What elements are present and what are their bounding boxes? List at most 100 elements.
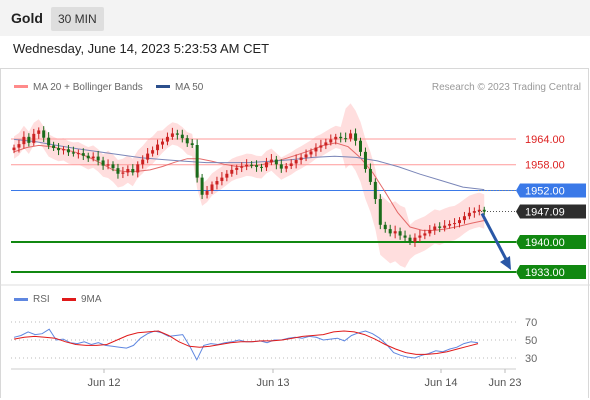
- candle-body: [269, 159, 273, 163]
- x-tick-label: Jun 13: [256, 377, 289, 389]
- candle-body: [71, 152, 75, 154]
- candle-body: [27, 136, 31, 143]
- x-tick-label: Jun 14: [424, 377, 457, 389]
- candle-body: [423, 233, 427, 236]
- rsi-tick-70: 70: [525, 317, 537, 329]
- candle-body: [359, 140, 362, 152]
- bollinger-band: [14, 103, 485, 268]
- rsi-line: [13, 328, 479, 361]
- ma50-legend-label: MA 50: [175, 82, 204, 93]
- candle-body: [240, 166, 244, 168]
- candle-body: [190, 143, 194, 146]
- candle-body: [76, 153, 80, 155]
- candle-body: [136, 164, 140, 173]
- candle-body: [220, 177, 224, 182]
- rsi-tick-50: 50: [525, 335, 537, 347]
- candle-body: [294, 160, 298, 164]
- candle-body: [274, 159, 278, 165]
- candle-body: [398, 231, 402, 236]
- rsi-ma-legend-label: 9MA: [81, 294, 102, 305]
- candle-body: [180, 134, 184, 139]
- rsi-legend-label: RSI: [33, 294, 50, 305]
- candle-body: [230, 169, 234, 174]
- level-label-1958.00: 1958.00: [525, 160, 565, 172]
- candle-body: [245, 164, 249, 167]
- candle-body: [314, 147, 318, 152]
- candle-body: [47, 137, 51, 146]
- rsi-ma-line: [13, 330, 479, 355]
- candle-body: [438, 226, 442, 228]
- candle-body: [57, 148, 61, 151]
- candle-body: [388, 229, 392, 234]
- candle-body: [126, 169, 130, 173]
- candle-body: [81, 153, 85, 156]
- candle-body: [393, 231, 397, 234]
- level-label-1952.00: 1952.00: [525, 185, 565, 197]
- ma20-legend-swatch: [14, 85, 28, 88]
- candle-body: [175, 133, 179, 135]
- candle-body: [195, 145, 199, 178]
- candle-body: [477, 209, 481, 212]
- x-tick-label: Jun 12: [87, 377, 120, 389]
- candle-body: [185, 138, 189, 144]
- copyright-text: Research © 2023 Trading Central: [432, 82, 581, 93]
- candle-body: [373, 181, 377, 200]
- candle-body: [467, 212, 471, 217]
- candle-body: [170, 133, 174, 137]
- candle-body: [428, 229, 432, 234]
- candle-body: [408, 237, 412, 242]
- candle: [195, 139, 199, 183]
- candle-body: [101, 160, 105, 166]
- candle-body: [86, 155, 90, 159]
- candle-body: [116, 168, 120, 174]
- forecast-arrow-shaft: [480, 212, 510, 264]
- candle-body: [52, 145, 56, 149]
- rsi-tick-30: 30: [525, 353, 537, 365]
- ma50-legend-swatch: [156, 85, 170, 88]
- level-label-1933.00: 1933.00: [525, 267, 565, 279]
- ma20-legend-label: MA 20 + Bollinger Bands: [33, 82, 143, 93]
- candle-body: [289, 163, 293, 167]
- candle-body: [146, 153, 150, 160]
- candle-body: [324, 142, 328, 146]
- candle-body: [403, 235, 407, 238]
- candle-body: [349, 133, 353, 139]
- candle-body: [458, 220, 461, 224]
- candle-body: [106, 164, 110, 166]
- candle-body: [309, 151, 313, 155]
- candle-body: [96, 156, 100, 161]
- candle-body: [32, 133, 36, 143]
- candle-body: [225, 173, 229, 178]
- candle-body: [319, 145, 323, 148]
- candle-body: [299, 157, 303, 161]
- rsi-legend-swatch: [14, 298, 28, 301]
- candle-body: [17, 144, 21, 148]
- candle-body: [235, 167, 239, 170]
- candle-body: [111, 164, 115, 169]
- candle-body: [363, 151, 367, 170]
- candle-body: [472, 211, 476, 213]
- candle-body: [250, 164, 254, 166]
- candle-body: [482, 209, 486, 212]
- candle-body: [284, 166, 288, 169]
- candle-body: [12, 147, 16, 151]
- rsi-ma-legend-swatch: [62, 298, 76, 301]
- candle-body: [255, 165, 259, 167]
- last-price-label: 1947.09: [525, 207, 565, 219]
- candle-body: [37, 130, 41, 134]
- candle-body: [210, 184, 214, 191]
- candle-body: [165, 136, 169, 142]
- candle-body: [383, 224, 387, 230]
- candle-body: [418, 235, 422, 238]
- candle-body: [200, 177, 204, 195]
- candle-body: [368, 169, 372, 182]
- candle-body: [156, 144, 160, 151]
- price-chart: MA 20 + Bollinger Bands MA 50 Research ©…: [0, 82, 590, 389]
- candle-body: [443, 225, 447, 228]
- candle-body: [462, 216, 466, 221]
- candle-body: [91, 156, 95, 159]
- candle-body: [433, 226, 437, 230]
- candle-body: [334, 136, 338, 140]
- candle-body: [205, 190, 209, 195]
- candle-body: [378, 199, 382, 225]
